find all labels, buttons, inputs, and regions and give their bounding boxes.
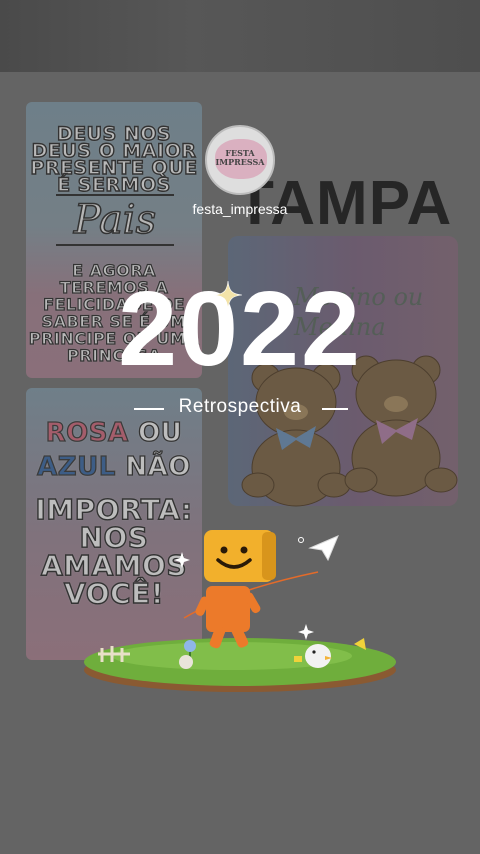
smiley-character-icon — [195, 530, 276, 649]
character-scene — [84, 530, 396, 692]
headline-subtitle: Retrospectiva — [178, 396, 302, 417]
card-rosa-azul-lines: ROSA OU AZUL NÃO — [26, 416, 202, 484]
story-viewer: DEUS NOS DEUS O MAIOR PRESENTE QUE É SER… — [0, 0, 480, 854]
sparkle-small-icon — [174, 552, 190, 568]
profile-avatar[interactable]: FESTA IMPRESSA — [205, 125, 275, 195]
sparkle-icon — [214, 281, 242, 309]
sparkle-small-icon — [298, 624, 314, 640]
card-text-top: DEUS NOS DEUS O MAIOR PRESENTE QUE É SER… — [30, 123, 198, 196]
card-word-ou: OU — [138, 417, 183, 448]
card-word-azul: AZUL — [36, 451, 116, 482]
card-word-rosa: ROSA — [45, 417, 129, 448]
card-word-nao: NÃO — [125, 451, 191, 482]
story-top-area — [0, 0, 480, 72]
profile-username[interactable]: festa_impressa — [0, 201, 480, 217]
avatar-logo-text: FESTA IMPRESSA — [215, 148, 265, 167]
subtitle-line-right — [322, 408, 348, 410]
paper-plane-icon — [308, 535, 339, 562]
